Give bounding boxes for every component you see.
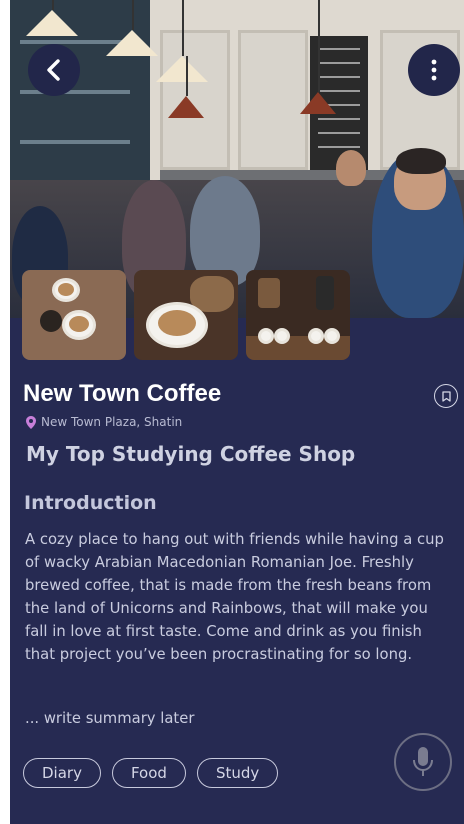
chevron-left-icon (47, 59, 60, 81)
back-button[interactable] (28, 44, 80, 96)
tag-study[interactable]: Study (196, 758, 279, 788)
bookmark-button[interactable] (434, 384, 458, 408)
location-text: New Town Plaza, Shatin (41, 415, 183, 429)
gallery-photo[interactable] (22, 270, 126, 360)
intro-text: A cozy place to hang out with friends wh… (25, 531, 444, 663)
tag-list: Diary Food Study (23, 758, 279, 788)
tag-diary[interactable]: Diary (23, 758, 101, 788)
photo-gallery (22, 270, 350, 360)
gallery-photo[interactable] (134, 270, 238, 360)
intro-heading: Introduction (24, 492, 157, 514)
voice-input-button[interactable] (394, 733, 452, 791)
tag-food[interactable]: Food (111, 758, 186, 788)
bookmark-icon (441, 390, 451, 402)
vertical-dots-icon (431, 59, 437, 81)
microphone-icon (413, 747, 433, 776)
more-options-button[interactable] (408, 44, 460, 96)
shop-location: New Town Plaza, Shatin (26, 415, 182, 429)
summary-placeholder: ... write summary later (25, 710, 195, 727)
screen: New Town Coffee New Town Plaza, Shatin M… (10, 0, 464, 824)
map-pin-icon (26, 415, 36, 429)
gallery-photo[interactable] (246, 270, 350, 360)
shop-name: New Town Coffee (23, 380, 222, 407)
article-title: My Top Studying Coffee Shop (26, 442, 356, 466)
